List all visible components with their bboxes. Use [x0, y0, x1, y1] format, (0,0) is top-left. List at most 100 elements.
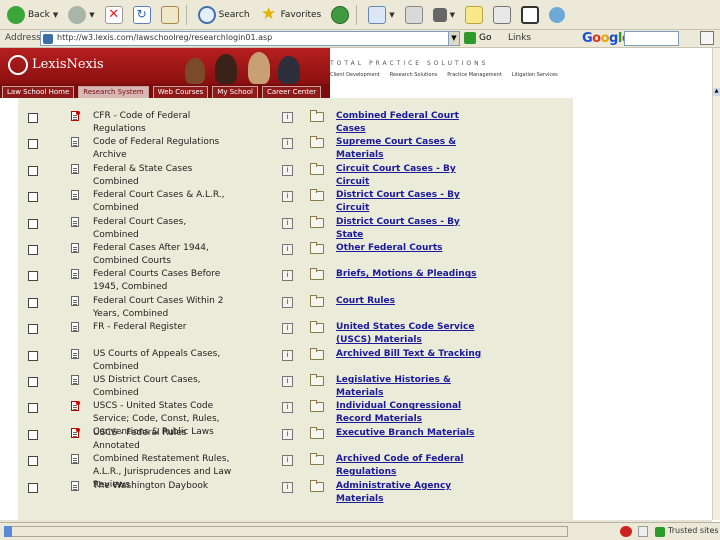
site-banner: LexisNexis TOTAL PRACTICE SOLUTIONS Clie…: [0, 48, 712, 98]
vertical-scrollbar[interactable]: ▲: [712, 48, 720, 520]
document-icon: [71, 480, 79, 491]
print-button[interactable]: [402, 3, 426, 27]
google-search-input[interactable]: [624, 31, 679, 46]
category-link[interactable]: Supreme Court Cases & Materials: [336, 136, 486, 162]
folder-icon[interactable]: [310, 321, 324, 334]
info-icon[interactable]: i: [282, 376, 293, 387]
source-checkbox[interactable]: [28, 350, 38, 361]
info-icon[interactable]: i: [282, 112, 293, 123]
category-link[interactable]: United States Code Service (USCS) Materi…: [336, 321, 486, 347]
history-button[interactable]: [328, 3, 352, 27]
favorites-button[interactable]: ★ Favorites: [257, 3, 325, 27]
home-button[interactable]: [158, 3, 182, 27]
folder-icon[interactable]: [310, 242, 324, 254]
status-bar: Trusted sites: [0, 522, 720, 540]
info-icon[interactable]: i: [282, 349, 293, 361]
info-icon[interactable]: i: [282, 244, 293, 255]
popup-blocked-icon[interactable]: [620, 526, 632, 537]
go-button[interactable]: Go: [464, 32, 491, 44]
forward-button[interactable]: ▼: [65, 3, 97, 27]
tab-my-school[interactable]: My School: [212, 86, 258, 98]
tab-career-center[interactable]: Career Center: [261, 86, 322, 98]
source-checkbox[interactable]: [28, 429, 38, 440]
category-link[interactable]: Briefs, Motions & Pleadings: [336, 268, 486, 281]
category-link[interactable]: Individual Congressional Record Material…: [336, 400, 486, 426]
source-row: Federal Court Cases, Combined i District C…: [0, 215, 712, 242]
search-button[interactable]: Search: [195, 3, 253, 27]
edit-button[interactable]: ▼: [430, 3, 458, 27]
subnav-item[interactable]: Client Development: [330, 72, 380, 78]
category-link[interactable]: Archived Bill Text & Tracking: [336, 348, 486, 361]
messenger-button[interactable]: [518, 3, 542, 27]
category-link[interactable]: Archived Code of Federal Regulations: [336, 453, 486, 479]
folder-icon[interactable]: [310, 215, 324, 228]
category-link[interactable]: Other Federal Courts: [336, 242, 486, 255]
research-icon: [493, 5, 511, 24]
info-icon[interactable]: i: [282, 481, 293, 493]
source-checkbox[interactable]: [28, 377, 38, 387]
source-checkbox[interactable]: [28, 165, 38, 176]
category-link[interactable]: Circuit Court Cases - By Circuit: [336, 163, 486, 189]
research-button[interactable]: [490, 3, 514, 27]
info-icon[interactable]: i: [282, 217, 293, 229]
category-link[interactable]: Executive Branch Materials: [336, 427, 486, 440]
category-link[interactable]: Court Rules: [336, 295, 486, 308]
info-icon[interactable]: i: [282, 296, 293, 308]
source-checkbox[interactable]: [28, 113, 38, 123]
folder-icon[interactable]: [310, 400, 324, 413]
folder-icon[interactable]: [310, 426, 324, 439]
folder-icon[interactable]: [310, 294, 324, 307]
info-icon[interactable]: i: [282, 455, 293, 467]
folder-icon[interactable]: [310, 453, 324, 466]
source-checkbox[interactable]: [28, 403, 38, 414]
stop-button[interactable]: ✕: [102, 3, 126, 27]
folder-icon[interactable]: [310, 268, 324, 281]
category-link[interactable]: Combined Federal Court Cases: [336, 110, 486, 136]
source-checkbox[interactable]: [28, 456, 38, 467]
category-link[interactable]: District Court Cases - By State: [336, 216, 486, 242]
links-button[interactable]: Links: [508, 33, 531, 43]
subnav-item[interactable]: Research Solutions: [390, 72, 438, 78]
tab-law-school-home[interactable]: Law School Home: [2, 86, 75, 98]
subnav-item[interactable]: Litigation Services: [512, 72, 558, 78]
info-icon[interactable]: i: [282, 191, 293, 203]
privacy-icon[interactable]: [638, 526, 648, 537]
info-icon[interactable]: i: [282, 428, 293, 440]
address-input[interactable]: http://w3.lexis.com/lawschoolreg/researc…: [40, 31, 460, 46]
back-button[interactable]: Back ▼: [4, 3, 61, 27]
source-checkbox[interactable]: [28, 139, 38, 150]
source-checkbox[interactable]: [28, 192, 38, 203]
folder-icon[interactable]: [310, 374, 324, 386]
pencil-icon[interactable]: [700, 31, 714, 45]
info-icon[interactable]: i: [282, 270, 293, 282]
info-icon[interactable]: i: [282, 164, 293, 176]
folder-icon[interactable]: [310, 136, 324, 149]
folder-icon[interactable]: [310, 189, 324, 202]
info-icon[interactable]: i: [282, 138, 293, 150]
source-checkbox[interactable]: [28, 297, 38, 308]
tab-research-system[interactable]: Research System: [78, 86, 149, 98]
tab-web-courses[interactable]: Web Courses: [152, 86, 209, 98]
source-checkbox[interactable]: [28, 218, 38, 229]
mail-button[interactable]: ▼: [365, 3, 397, 27]
info-icon[interactable]: i: [282, 402, 293, 414]
home-icon: [160, 5, 179, 24]
folder-icon[interactable]: [310, 347, 324, 360]
category-link[interactable]: District Court Cases - By Circuit: [336, 189, 486, 215]
folder-icon[interactable]: [310, 162, 324, 175]
folder-icon[interactable]: [310, 110, 324, 122]
source-checkbox[interactable]: [28, 271, 38, 282]
source-checkbox[interactable]: [28, 482, 38, 493]
subnav-item[interactable]: Practice Management: [447, 72, 502, 78]
source-checkbox[interactable]: [28, 324, 38, 335]
discuss-button[interactable]: [462, 3, 486, 27]
info-icon[interactable]: i: [282, 323, 293, 335]
folder-icon[interactable]: [310, 479, 324, 492]
address-dropdown-button[interactable]: ▼: [448, 31, 460, 46]
refresh-button[interactable]: ↻: [130, 3, 154, 27]
category-link[interactable]: Administrative Agency Materials: [336, 480, 486, 506]
scroll-up-button[interactable]: ▲: [713, 88, 720, 96]
tools-button[interactable]: [546, 3, 568, 27]
source-checkbox[interactable]: [28, 245, 38, 255]
category-link[interactable]: Legislative Histories & Materials: [336, 374, 486, 400]
